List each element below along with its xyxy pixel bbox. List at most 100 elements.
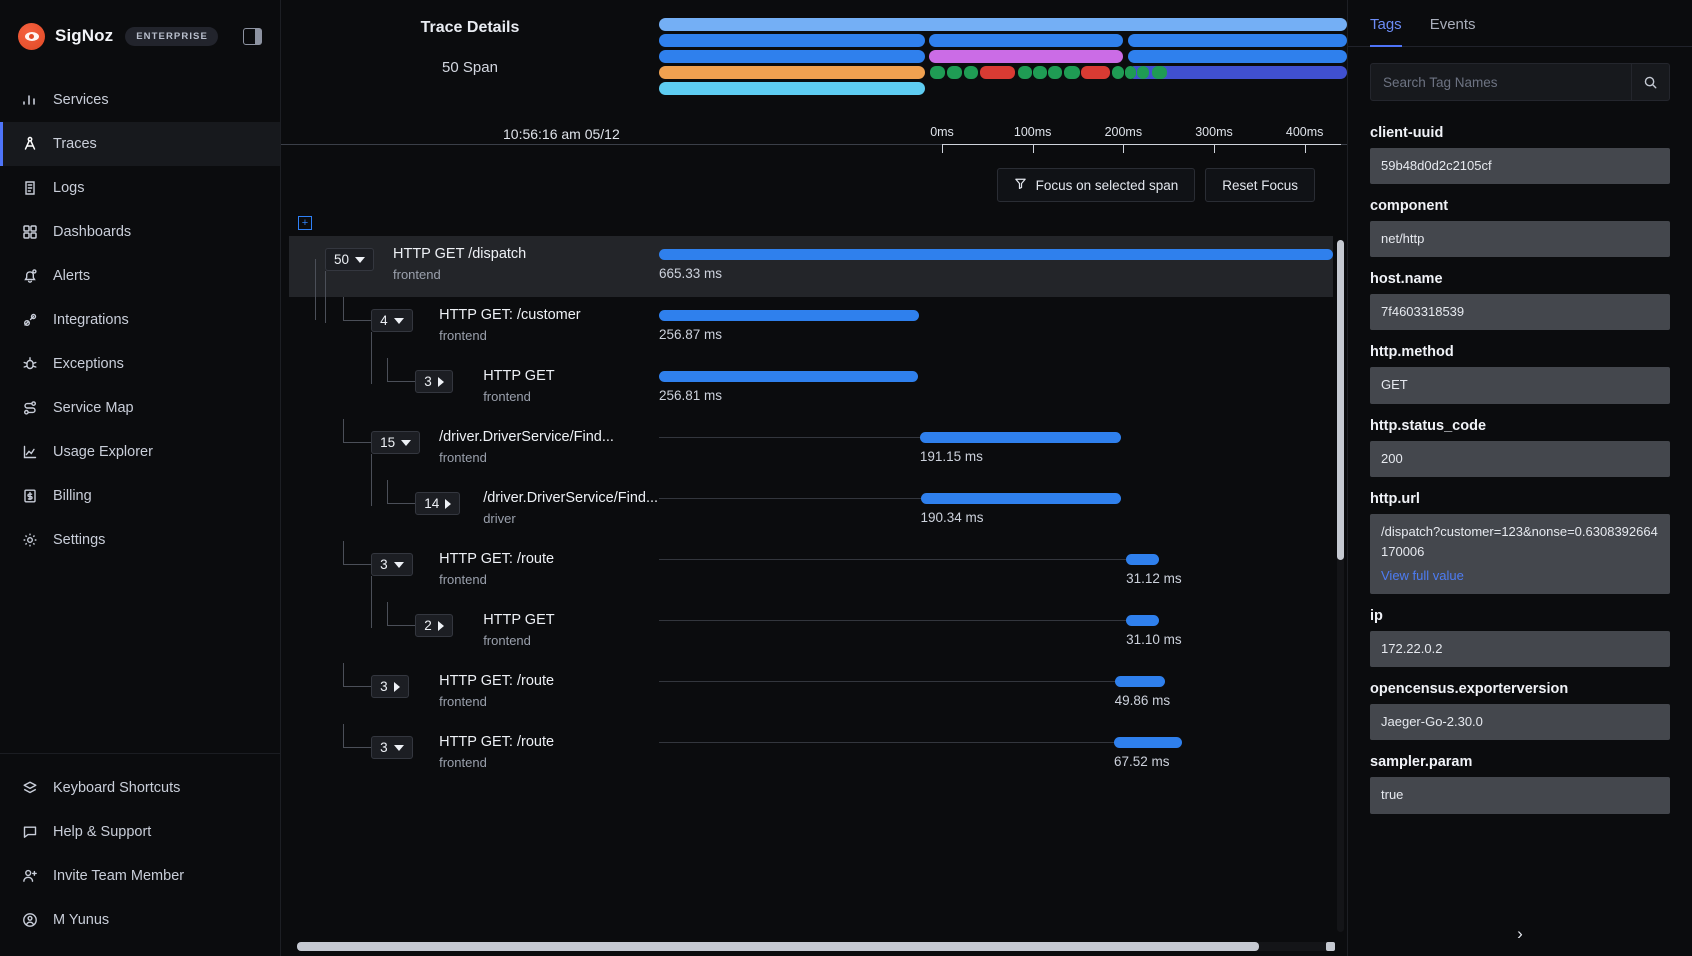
sidebar-item-services[interactable]: Services [0, 78, 280, 122]
span-row[interactable]: 4 HTTP GET: /customer frontend 256.87 ms [289, 297, 1333, 384]
span-duration-bar[interactable] [659, 371, 919, 382]
span-row[interactable]: 15/driver.DriverService/Find... frontend 1… [289, 419, 1333, 506]
tag-value[interactable]: GET [1370, 367, 1670, 404]
ruler-tick-label: 200ms [1104, 125, 1143, 139]
tag-value[interactable]: 59b48d0d2c2105cf [1370, 148, 1670, 185]
ruler-tick-label: 300ms [1195, 125, 1233, 139]
span-row[interactable]: 3 HTTP GET: /route frontend 31.12 ms [289, 541, 1333, 628]
signoz-eye-icon [18, 22, 45, 50]
chevron-down-icon [393, 317, 404, 324]
span-duration-label: 665.33 ms [659, 266, 723, 281]
tab-tags[interactable]: Tags [1370, 16, 1402, 47]
reset-focus-button[interactable]: Reset Focus [1205, 168, 1315, 202]
span-collapse-toggle[interactable]: 3 [415, 370, 453, 393]
tag-key: component [1370, 198, 1449, 215]
panel-collapse-icon[interactable] [243, 27, 262, 45]
span-duration-bar[interactable] [1126, 554, 1160, 565]
tree-connector-horizontal [343, 320, 372, 321]
ruler-tick-label: 100ms [1013, 125, 1052, 139]
span-tree-vertical-scrollbar[interactable] [1337, 240, 1344, 560]
tree-connector-horizontal [387, 625, 416, 626]
span-row[interactable]: 50 HTTP GET /dispatch frontend 665.33 ms [289, 236, 1333, 323]
tag-value[interactable]: 172.22.0.2 [1370, 631, 1670, 668]
tag-value[interactable]: /dispatch?customer=123&nonse=0.630839266… [1370, 513, 1670, 595]
span-row[interactable]: 14/driver.DriverService/Find... driver 190… [289, 480, 1333, 541]
span-row-label-area: 3 HTTP GET: /route frontend [289, 541, 659, 628]
span-tree[interactable]: 50 HTTP GET /dispatch frontend 665.33 ms 4 HT… [289, 236, 1333, 938]
sidebar-item-exceptions[interactable]: Exceptions [0, 342, 280, 386]
span-duration-bar[interactable] [1113, 737, 1182, 748]
tag-key: http.url [1370, 490, 1420, 507]
span-tree-horizontal-scrollbar[interactable] [297, 942, 1259, 951]
sidebar-item-dashboards[interactable]: Dashboards [0, 210, 280, 254]
chevron-right-icon[interactable]: › [1517, 924, 1523, 944]
span-row[interactable]: 3 HTTP GET: /route frontend 67.52 ms [289, 724, 1333, 785]
span-duration-bar[interactable] [919, 432, 1122, 443]
tree-connector-vertical [343, 724, 345, 747]
expand-all-button[interactable]: + [298, 216, 312, 230]
sidebar-item-billing[interactable]: Billing [0, 474, 280, 518]
sidebar-item-invite-team-member[interactable]: Invite Team Member [0, 854, 280, 898]
span-bar-lead-line [659, 620, 1127, 621]
span-collapse-toggle[interactable]: 4 [371, 309, 413, 332]
enterprise-badge: ENTERPRISE [125, 26, 218, 46]
sidebar-item-alerts[interactable]: Alerts [0, 254, 280, 298]
tab-events[interactable]: Events [1430, 16, 1476, 46]
sidebar-item-keyboard-shortcuts[interactable]: Keyboard Shortcuts [0, 766, 280, 810]
span-collapse-toggle[interactable]: 3 [371, 675, 409, 698]
sidebar-item-label: Service Map [53, 400, 134, 416]
span-row[interactable]: 3 HTTP GET frontend 256.81 ms [289, 358, 1333, 419]
ruler-tick [1214, 144, 1215, 153]
span-bar-lead-line [659, 437, 920, 438]
tag-value[interactable]: Jaeger-Go-2.30.0 [1370, 704, 1670, 741]
trace-minimap[interactable] [659, 10, 1347, 112]
sidebar-item-traces[interactable]: Traces [0, 122, 280, 166]
tree-connector-vertical [387, 358, 389, 381]
details-tabs: Tags Events [1348, 0, 1692, 47]
sidebar-item-integrations[interactable]: Integrations [0, 298, 280, 342]
span-bar-lead-line [659, 498, 921, 499]
span-name: HTTP GET: /customer [439, 307, 581, 323]
chevron-down-icon [401, 439, 412, 446]
span-collapse-toggle[interactable]: 50 [325, 248, 375, 271]
search-input[interactable] [1371, 74, 1631, 90]
sidebar-item-user-profile[interactable]: M Yunus [0, 898, 280, 942]
tag-value[interactable]: net/http [1370, 221, 1670, 258]
sidebar-item-logs[interactable]: Logs [0, 166, 280, 210]
span-service-name: frontend [439, 450, 487, 465]
span-collapse-toggle[interactable]: 15 [371, 431, 421, 454]
span-row[interactable]: 3 HTTP GET: /route frontend 49.86 ms [289, 663, 1333, 724]
span-row-timeline-area: 67.52 ms [659, 724, 1333, 785]
span-collapse-toggle[interactable]: 2 [415, 614, 453, 637]
minimap-event-marker [1033, 66, 1048, 79]
span-duration-bar[interactable] [659, 249, 1333, 260]
tag-value[interactable]: true [1370, 777, 1670, 814]
sidebar-item-usage-explorer[interactable]: Usage Explorer [0, 430, 280, 474]
span-duration-bar[interactable] [1114, 676, 1166, 687]
span-duration-bar[interactable] [920, 493, 1121, 504]
search-icon[interactable] [1631, 63, 1669, 101]
sidebar-item-service-map[interactable]: Service Map [0, 386, 280, 430]
span-collapse-toggle[interactable]: 3 [371, 736, 413, 759]
span-collapse-toggle[interactable]: 3 [371, 553, 413, 576]
span-service-name: frontend [393, 267, 441, 282]
ruler-tick [1123, 144, 1125, 153]
span-collapse-toggle[interactable]: 14 [415, 492, 461, 515]
sidebar-item-label: Billing [53, 488, 92, 504]
tag-value[interactable]: 200 [1370, 440, 1670, 477]
sidebar-item-help-support[interactable]: Help & Support [0, 810, 280, 854]
tag-key: host.name [1370, 271, 1443, 288]
minimap-segment [659, 66, 925, 79]
tag-value[interactable]: 7f4603318539 [1370, 294, 1670, 331]
sidebar-item-settings[interactable]: Settings [0, 518, 280, 562]
span-name: HTTP GET /dispatch [393, 246, 527, 262]
span-duration-bar[interactable] [1126, 615, 1160, 626]
span-child-count: 3 [424, 374, 432, 389]
span-row[interactable]: 2 HTTP GET frontend 31.10 ms [289, 602, 1333, 663]
page-title: Trace Details [420, 19, 520, 36]
view-full-value-link[interactable]: View full value [1381, 566, 1464, 586]
focus-on-selected-span-button[interactable]: Focus on selected span [996, 168, 1196, 202]
span-duration-bar[interactable] [659, 310, 920, 321]
span-child-count: 3 [380, 740, 388, 755]
sidebar-item-label: Keyboard Shortcuts [53, 780, 181, 796]
